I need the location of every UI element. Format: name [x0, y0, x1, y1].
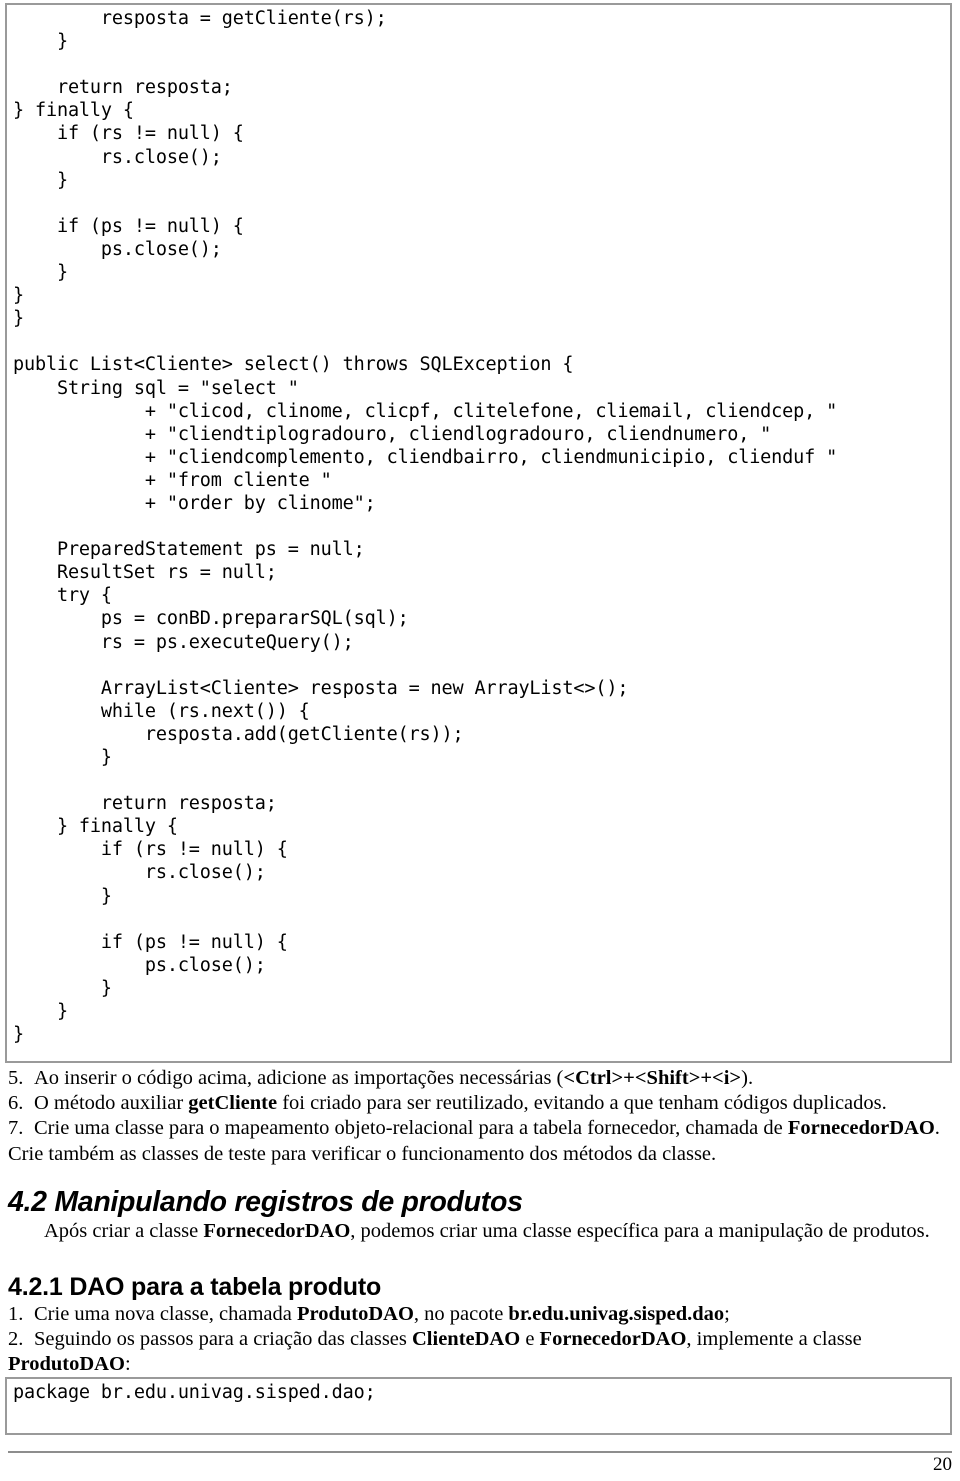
heading-4-2: 4.2 Manipulando registros de produtos: [8, 1186, 523, 1218]
instruction-list: 5. Ao inserir o código acima, adicione a…: [8, 1066, 952, 1167]
list-item-continuation: ProdutoDAO:: [8, 1352, 952, 1377]
plain-text: O método auxiliar: [34, 1092, 189, 1115]
list-marker: 5.: [8, 1067, 24, 1089]
emphasis-text: <Ctrl>+<Shift>+<i>: [563, 1067, 742, 1089]
footer-divider: [8, 1451, 952, 1453]
emphasis-text: FornecedorDAO: [539, 1328, 687, 1351]
plain-text: e: [520, 1328, 540, 1351]
plain-text: Crie uma classe para o mapeamento objeto…: [34, 1117, 788, 1140]
section-4-2-1: 4.2.1 DAO para a tabela produto 1. Crie …: [8, 1272, 952, 1378]
emphasis-text: ProdutoDAO: [8, 1353, 125, 1376]
plain-text: Seguindo os passos para a criação das cl…: [34, 1328, 412, 1351]
list-item: 2. Seguindo os passos para a criação das…: [8, 1327, 952, 1352]
plain-text: Crie também as classes de teste para ver…: [8, 1142, 717, 1165]
code-block-produtodao-package: package br.edu.univag.sisped.dao;: [5, 1377, 952, 1435]
list-marker: 2.: [8, 1328, 24, 1351]
emphasis-text: br.edu.univag.sisped.dao: [508, 1303, 725, 1325]
list-item-text: Seguindo os passos para a criação das cl…: [34, 1327, 952, 1352]
emphasis-text: ProdutoDAO: [296, 1303, 414, 1325]
plain-text: , implemente a classe: [686, 1328, 862, 1351]
list-item: 7. Crie uma classe para o mapeamento obj…: [8, 1116, 952, 1141]
heading-4-2-1: 4.2.1 DAO para a tabela produto: [8, 1273, 382, 1301]
plain-text: Ao inserir o código acima, adicione as i…: [34, 1067, 564, 1089]
emphasis-text: FornecedorDAO: [787, 1117, 935, 1140]
list-marker: 1.: [8, 1303, 24, 1325]
list-item-text: O método auxiliar getCliente foi criado …: [34, 1091, 952, 1116]
list-item-text: Crie uma nova classe, chamada ProdutoDAO…: [34, 1302, 952, 1327]
list-marker: 7.: [8, 1117, 24, 1140]
section-4-2-paragraph: Após criar a classe FornecedorDAO, podem…: [8, 1219, 952, 1244]
plain-text: ;: [724, 1303, 730, 1325]
list-item: 6. O método auxiliar getCliente foi cria…: [8, 1091, 952, 1116]
emphasis-text: getCliente: [188, 1092, 278, 1115]
plain-text: , no pacote: [413, 1303, 509, 1325]
list-item: 1. Crie uma nova classe, chamada Produto…: [8, 1302, 952, 1327]
plain-text: foi criado para ser reutilizado, evitand…: [277, 1092, 887, 1115]
list-item: 5. Ao inserir o código acima, adicione a…: [8, 1066, 952, 1091]
list-item-continuation: Crie também as classes de teste para ver…: [8, 1142, 952, 1167]
document-page: resposta = getCliente(rs); } return resp…: [0, 0, 960, 1481]
list-item-text: Ao inserir o código acima, adicione as i…: [34, 1066, 952, 1091]
plain-text: :: [124, 1353, 131, 1376]
emphasis-text: ClienteDAO: [412, 1328, 521, 1351]
emphasis-text: FornecedorDAO: [203, 1220, 351, 1242]
plain-text: .: [934, 1117, 940, 1140]
code-block-clientedao-select: resposta = getCliente(rs); } return resp…: [5, 3, 952, 1063]
plain-text: , podemos criar uma classe específica pa…: [350, 1220, 930, 1242]
plain-text: Crie uma nova classe, chamada: [34, 1303, 297, 1325]
plain-text: ).: [741, 1067, 754, 1089]
plain-text: Após criar a classe: [44, 1220, 204, 1242]
list-marker: 6.: [8, 1092, 24, 1115]
code-text: package br.edu.univag.sisped.dao;: [13, 1382, 376, 1403]
page-number: 20: [933, 1454, 952, 1475]
list-item-text: Crie uma classe para o mapeamento objeto…: [34, 1116, 952, 1141]
code-text: resposta = getCliente(rs); } return resp…: [13, 8, 838, 1046]
section-4-2: 4.2 Manipulando registros de produtos Ap…: [8, 1185, 952, 1244]
